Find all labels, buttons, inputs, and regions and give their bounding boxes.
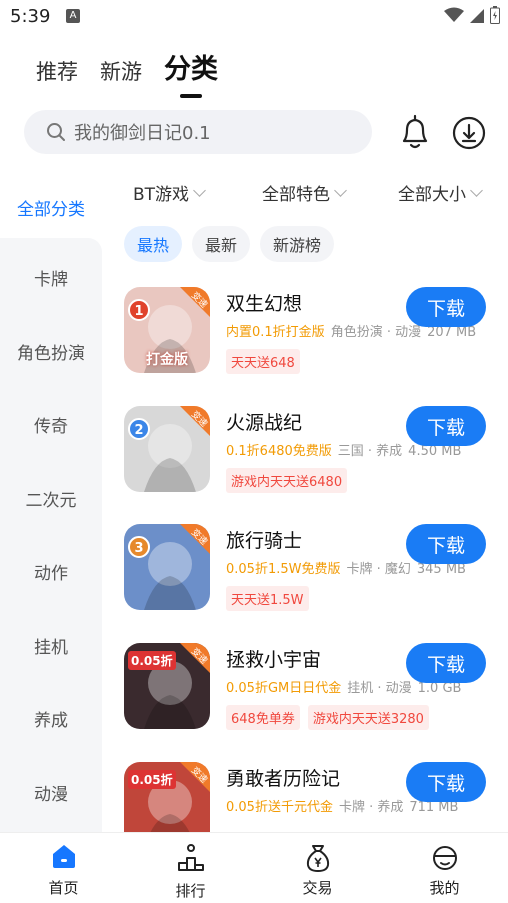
nav-trade[interactable]: 交易 xyxy=(254,833,381,903)
game-size: 345 MB xyxy=(416,562,466,577)
game-row[interactable]: 变速 0.05折 勇敢者历险记 0.05折送千元代金 卡牌 · 养成 711 MB 下载 xyxy=(116,762,496,832)
nav-label-trade: 交易 xyxy=(302,879,333,897)
icon-caption: 0.05折 xyxy=(128,770,176,789)
nav-label-ranking: 排行 xyxy=(175,882,206,900)
nav-label-home: 首页 xyxy=(48,879,79,897)
game-icon[interactable]: 变速 0.05折 xyxy=(124,762,210,832)
game-name: 勇敢者历险记 xyxy=(226,768,341,790)
game-icon[interactable]: 变速 0.05折 xyxy=(124,643,210,729)
download-button[interactable]: 下载 xyxy=(406,643,486,683)
rank-badge: 3 xyxy=(128,536,150,558)
tag-row: 游戏内天天送6480 xyxy=(226,468,348,493)
game-size: 4.50 MB xyxy=(408,444,462,459)
game-icon[interactable]: 变速 1 打金版 xyxy=(124,287,210,373)
tag-row: 天天送1.5W xyxy=(226,586,309,611)
ranking-icon xyxy=(177,844,204,871)
game-size: 207 MB xyxy=(427,325,477,340)
game-promo: 内置0.1折打金版 xyxy=(226,325,325,340)
game-promo: 0.05折GM日日代金 xyxy=(226,681,342,696)
rank-badge: 2 xyxy=(128,418,150,440)
tag-row: 天天送648 xyxy=(226,349,300,374)
game-genre: 卡牌 · 养成 xyxy=(338,800,404,815)
game-genre: 卡牌 · 魔幻 xyxy=(346,562,411,577)
game-promo: 0.05折1.5W免费版 xyxy=(226,562,341,577)
game-tag: 游戏内天天送6480 xyxy=(226,468,348,493)
game-list: 变速 1 打金版 双生幻想 内置0.1折打金版 角色扮演 · 动漫 207 MB 天天送648… xyxy=(0,0,508,832)
tag-row: 648免单券 游戏内天天送3280 xyxy=(226,705,429,730)
game-icon[interactable]: 变速 3 xyxy=(124,524,210,610)
game-row[interactable]: 变速 2 火源战纪 0.1折6480免费版 三国 · 养成 4.50 MB 游戏内天天送64… xyxy=(116,406,496,524)
game-promo: 0.1折6480免费版 xyxy=(226,444,332,459)
game-row[interactable]: 变速 3 旅行骑士 0.05折1.5W免费版 卡牌 · 魔幻 345 MB 天天送1.5W 下… xyxy=(116,524,496,642)
game-row[interactable]: 变速 0.05折 拯救小宇宙 0.05折GM日日代金 挂机 · 动漫 1.0 GB 648免… xyxy=(116,643,496,761)
game-name: 旅行骑士 xyxy=(226,530,303,552)
rank-badge: 1 xyxy=(128,299,150,321)
game-genre: 挂机 · 动漫 xyxy=(347,681,412,696)
download-button[interactable]: 下载 xyxy=(406,406,486,446)
nav-mine[interactable]: 我的 xyxy=(381,833,508,903)
game-genre: 三国 · 养成 xyxy=(337,444,403,459)
download-button[interactable]: 下载 xyxy=(406,524,486,564)
nav-label-mine: 我的 xyxy=(429,879,460,897)
game-tag: 游戏内天天送3280 xyxy=(307,705,429,730)
icon-caption: 0.05折 xyxy=(128,651,176,670)
nav-ranking[interactable]: 排行 xyxy=(127,833,254,903)
home-icon xyxy=(52,845,75,868)
game-name: 拯救小宇宙 xyxy=(226,649,322,671)
download-button[interactable]: 下载 xyxy=(406,762,486,802)
game-row[interactable]: 变速 1 打金版 双生幻想 内置0.1折打金版 角色扮演 · 动漫 207 MB 天天送648… xyxy=(116,287,496,405)
game-tag: 天天送648 xyxy=(226,349,300,374)
game-name: 火源战纪 xyxy=(226,412,303,434)
download-button[interactable]: 下载 xyxy=(406,287,486,327)
game-icon[interactable]: 变速 2 xyxy=(124,406,210,492)
game-name: 双生幻想 xyxy=(226,293,303,315)
game-tag: 天天送1.5W xyxy=(226,586,309,611)
money-bag-icon xyxy=(306,845,329,873)
bottom-nav: 首页 排行 交易 我的 xyxy=(0,832,508,903)
nav-home[interactable]: 首页 xyxy=(0,833,127,903)
icon-caption: 打金版 xyxy=(146,352,188,368)
game-tag: 648免单券 xyxy=(226,705,300,730)
game-promo: 0.05折送千元代金 xyxy=(226,800,333,815)
profile-face-icon xyxy=(432,846,457,870)
game-size: 711 MB xyxy=(409,800,459,815)
game-genre: 角色扮演 · 动漫 xyxy=(330,325,422,340)
game-size: 1.0 GB xyxy=(417,681,462,696)
